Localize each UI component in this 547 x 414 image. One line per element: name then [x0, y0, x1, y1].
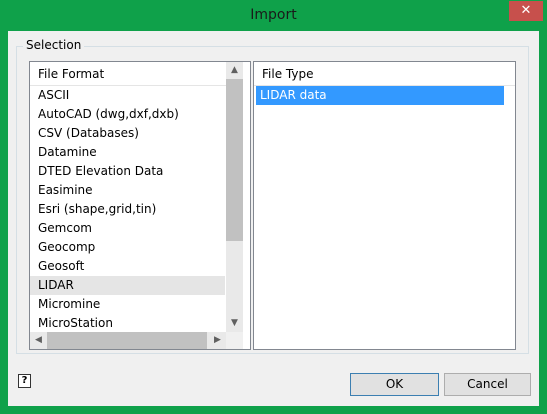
vertical-scrollbar[interactable]: ▲ ▼ [226, 62, 243, 332]
file-format-header[interactable]: File Format [30, 62, 226, 86]
scroll-right-arrow-icon[interactable]: ▶ [209, 332, 226, 349]
import-dialog: Import ✕ Selection File Format ASCII Aut… [0, 0, 547, 414]
horizontal-scroll-thumb[interactable] [47, 332, 207, 349]
file-format-list[interactable]: File Format ASCII AutoCAD (dwg,dxf,dxb) … [29, 61, 251, 350]
scroll-down-arrow-icon[interactable]: ▼ [226, 315, 243, 332]
cancel-button[interactable]: Cancel [444, 373, 531, 396]
vertical-scroll-thumb[interactable] [226, 79, 243, 241]
list-item[interactable]: DTED Elevation Data [30, 162, 225, 181]
list-item[interactable]: Geocomp [30, 238, 225, 257]
list-item[interactable]: MicroStation [30, 314, 225, 333]
file-type-list[interactable]: File Type LIDAR data [253, 61, 516, 350]
list-item[interactable]: AutoCAD (dwg,dxf,dxb) [30, 105, 225, 124]
title-bar[interactable]: Import ✕ [0, 0, 547, 31]
scroll-up-arrow-icon[interactable]: ▲ [226, 62, 243, 79]
selection-group-label: Selection [23, 38, 85, 52]
list-item[interactable]: Datamine [30, 143, 225, 162]
file-type-header[interactable]: File Type [254, 62, 515, 86]
list-item[interactable]: Geosoft [30, 257, 225, 276]
list-item[interactable]: Easimine [30, 181, 225, 200]
help-icon[interactable]: ? [18, 374, 31, 388]
list-item[interactable]: Gemcom [30, 219, 225, 238]
list-item[interactable]: ASCII [30, 86, 225, 105]
ok-button[interactable]: OK [350, 373, 439, 396]
scrollbar-corner [226, 332, 243, 349]
horizontal-scrollbar[interactable]: ◀ ▶ [30, 332, 226, 349]
list-item[interactable]: Micromine [30, 295, 225, 314]
dialog-body: Selection File Format ASCII AutoCAD (dwg… [8, 31, 539, 406]
list-item[interactable]: CSV (Databases) [30, 124, 225, 143]
list-item-lidar-data[interactable]: LIDAR data [256, 86, 504, 105]
list-item-lidar[interactable]: LIDAR [30, 276, 225, 295]
window-title: Import [250, 7, 297, 23]
list-item[interactable]: Esri (shape,grid,tin) [30, 200, 225, 219]
close-button[interactable]: ✕ [509, 1, 543, 21]
scroll-left-arrow-icon[interactable]: ◀ [30, 332, 47, 349]
